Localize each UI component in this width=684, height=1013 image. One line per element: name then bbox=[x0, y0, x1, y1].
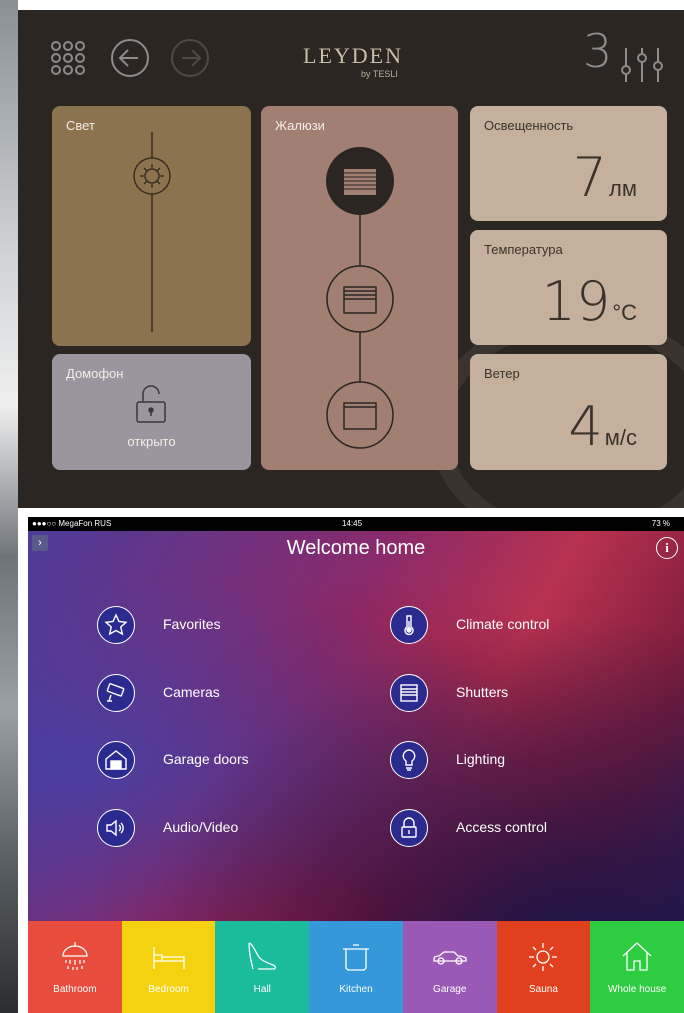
menu-climate-control[interactable]: Climate control bbox=[390, 606, 650, 644]
menu-lighting[interactable]: Lighting bbox=[390, 741, 650, 779]
page-title: Welcome home bbox=[286, 537, 426, 559]
carrier-text: ●●●○○ MegaFon RUS bbox=[32, 519, 112, 528]
lock-icon bbox=[401, 817, 417, 838]
info-icon[interactable]: i bbox=[656, 537, 678, 559]
sun-icon bbox=[133, 157, 171, 195]
illumination-unit: лм bbox=[609, 176, 637, 201]
room-tab-whole-house[interactable]: Whole house bbox=[590, 921, 684, 1013]
illumination-value: 7лм bbox=[573, 146, 637, 209]
menu-favorites[interactable]: Favorites bbox=[97, 606, 357, 644]
smart-home-app: ●●●○○ MegaFon RUS 14:45 73 % › Welcome h… bbox=[28, 517, 684, 1013]
room-label: Bedroom bbox=[148, 984, 189, 995]
room-label: Bathroom bbox=[53, 984, 97, 995]
blinds-slider[interactable] bbox=[325, 146, 395, 466]
menu-shutters[interactable]: Shutters bbox=[390, 674, 650, 712]
room-label: Whole house bbox=[607, 984, 667, 995]
house-icon bbox=[622, 942, 652, 971]
room-tab-bar: Bathroom Bedroom Hall Kitchen Garage Sau… bbox=[28, 921, 684, 1013]
room-label: Kitchen bbox=[339, 984, 373, 995]
light-card[interactable]: Свет bbox=[52, 106, 251, 346]
menu-label: Shutters bbox=[456, 684, 509, 700]
logo-sub: by TESLI bbox=[361, 69, 398, 79]
room-label: Hall bbox=[253, 984, 271, 995]
sun-icon bbox=[529, 943, 558, 971]
unlock-icon bbox=[136, 385, 166, 423]
shutters-icon bbox=[400, 684, 418, 702]
shoe-icon bbox=[248, 942, 277, 970]
speaker-icon bbox=[106, 819, 124, 837]
room-tab-bathroom[interactable]: Bathroom bbox=[28, 921, 122, 1013]
logo-text: LEYDEN bbox=[303, 43, 403, 68]
menu-audio-video[interactable]: Audio/Video bbox=[97, 809, 357, 847]
background-photo bbox=[0, 0, 18, 1013]
wind-card: Ветер 4м/с bbox=[470, 354, 667, 470]
star-icon bbox=[104, 613, 128, 636]
wind-label: Ветер bbox=[484, 366, 520, 381]
page-number: 3 bbox=[583, 24, 613, 78]
bulb-icon bbox=[402, 749, 416, 771]
room-tab-hall[interactable]: Hall bbox=[215, 921, 310, 1013]
grid-icon[interactable] bbox=[50, 40, 86, 76]
status-bar: ●●●○○ MegaFon RUS 14:45 73 % bbox=[28, 517, 684, 531]
temperature-value: 19°С bbox=[542, 270, 637, 333]
room-tab-sauna[interactable]: Sauna bbox=[496, 921, 591, 1013]
room-tab-bedroom[interactable]: Bedroom bbox=[121, 921, 216, 1013]
blinds-half-icon bbox=[326, 265, 394, 333]
illumination-card: Освещенность 7лм bbox=[470, 106, 667, 221]
blinds-card[interactable]: Жалюзи bbox=[261, 106, 458, 470]
blinds-open-icon bbox=[326, 381, 394, 449]
menu-label: Audio/Video bbox=[163, 819, 239, 835]
menu-garage-doors[interactable]: Garage doors bbox=[97, 741, 357, 779]
menu-label: Garage doors bbox=[163, 751, 249, 767]
temperature-number: 19 bbox=[541, 270, 611, 333]
illumination-number: 7 bbox=[572, 146, 608, 209]
clock-text: 14:45 bbox=[342, 519, 363, 528]
car-icon bbox=[433, 951, 467, 965]
room-label: Garage bbox=[433, 984, 467, 995]
leyden-panel: LEYDEN by TESLI 3 Свет Домофон открыто Ж… bbox=[18, 10, 684, 508]
back-arrow-icon[interactable] bbox=[110, 38, 150, 78]
illumination-label: Освещенность bbox=[484, 118, 574, 133]
sliders-icon[interactable] bbox=[618, 46, 666, 84]
blinds-label: Жалюзи bbox=[275, 118, 325, 133]
menu-label: Access control bbox=[456, 819, 548, 835]
battery-text: 73 % bbox=[651, 519, 670, 528]
menu-label: Lighting bbox=[456, 751, 506, 767]
pot-icon bbox=[343, 944, 370, 971]
intercom-status: открыто bbox=[127, 434, 176, 449]
menu-access-control[interactable]: Access control bbox=[390, 809, 650, 847]
shower-icon bbox=[62, 942, 88, 970]
wind-unit: м/с bbox=[604, 425, 637, 450]
menu-label: Favorites bbox=[163, 616, 221, 632]
blinds-closed-icon bbox=[326, 147, 394, 215]
wind-number: 4 bbox=[568, 395, 603, 458]
light-slider[interactable] bbox=[122, 132, 182, 342]
menu-label: Cameras bbox=[163, 684, 220, 700]
light-label: Свет bbox=[66, 118, 95, 133]
room-tab-garage[interactable]: Garage bbox=[402, 921, 497, 1013]
camera-icon bbox=[106, 683, 125, 702]
garage-icon bbox=[105, 750, 127, 770]
intercom-label: Домофон bbox=[66, 366, 124, 381]
menu-cameras[interactable]: Cameras bbox=[97, 674, 357, 712]
forward-arrow-icon[interactable] bbox=[170, 38, 210, 78]
temperature-unit: °С bbox=[612, 300, 637, 325]
temperature-label: Температура bbox=[484, 242, 563, 257]
leyden-logo: LEYDEN by TESLI bbox=[303, 43, 403, 79]
room-tab-kitchen[interactable]: Kitchen bbox=[309, 921, 403, 1013]
intercom-card[interactable]: Домофон открыто bbox=[52, 354, 251, 470]
menu-label: Climate control bbox=[456, 616, 550, 632]
bed-icon bbox=[152, 947, 185, 969]
temperature-card: Температура 19°С bbox=[470, 230, 667, 345]
thermometer-icon bbox=[404, 615, 414, 636]
wind-value: 4м/с bbox=[568, 395, 637, 458]
room-label: Sauna bbox=[528, 984, 558, 995]
